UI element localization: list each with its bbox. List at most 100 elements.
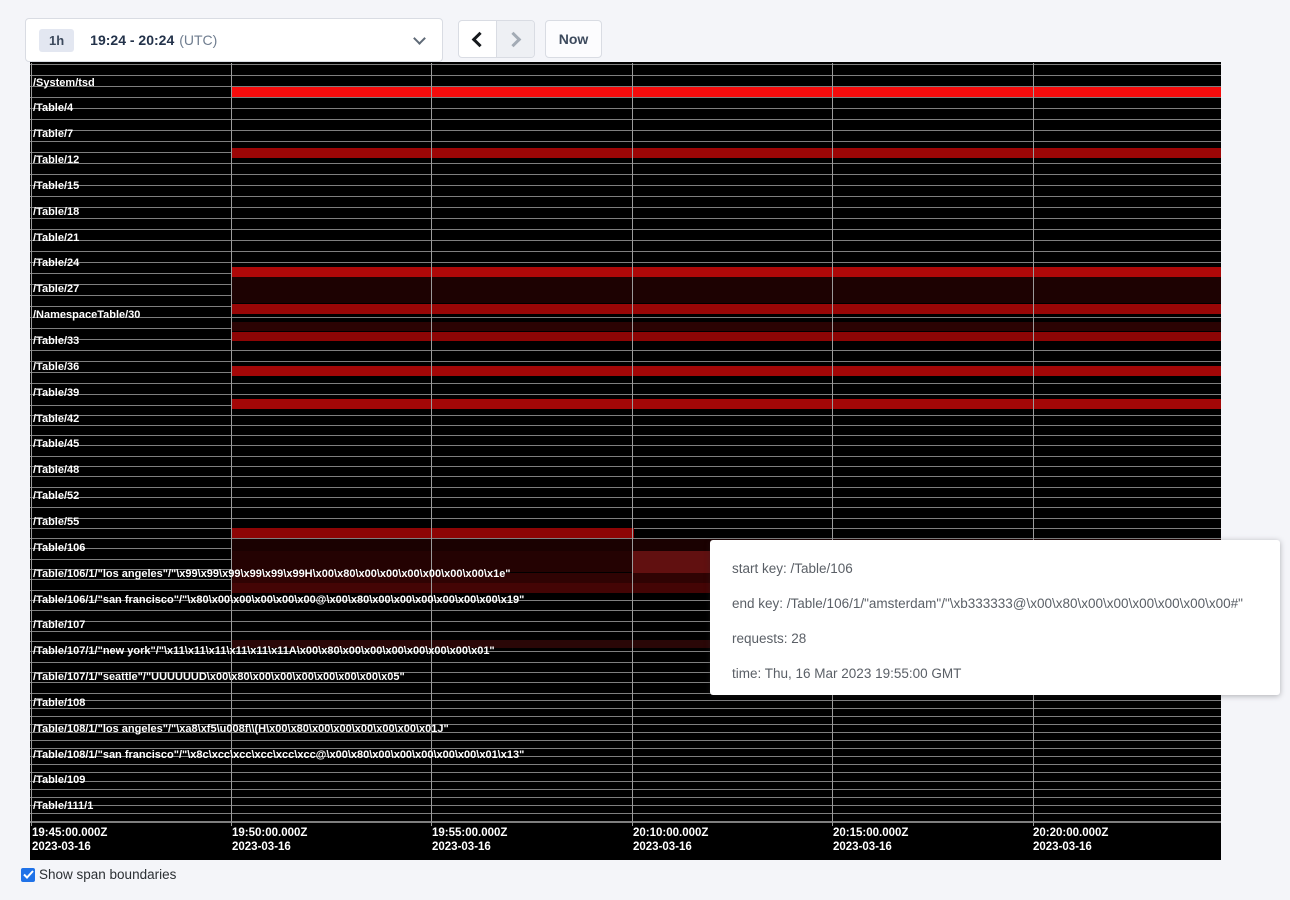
time-nav-group	[458, 20, 535, 58]
tooltip-requests: requests: 28	[732, 631, 1280, 646]
span-boundary-line	[30, 518, 1221, 519]
span-boundary-line	[30, 262, 1221, 263]
span-boundary-line	[30, 708, 1221, 709]
span-heat-band	[231, 87, 1222, 97]
span-boundary-line	[30, 119, 1221, 120]
tick-time: 20:10:00.000Z	[633, 826, 708, 840]
tick-date: 2023-03-16	[32, 840, 107, 854]
key-row-label: /Table/107/1/"new york"/"\x11\x11\x11\x1…	[33, 645, 495, 658]
time-range-label: 19:24 - 20:24	[90, 32, 174, 48]
span-boundary-line	[30, 394, 1221, 395]
span-boundary-line	[30, 97, 1221, 98]
key-row-label: /Table/4	[33, 102, 73, 115]
span-heat-band	[231, 528, 634, 538]
span-boundary-line	[30, 716, 1221, 717]
span-boundary-line	[30, 350, 1221, 351]
tooltip-end-key: end key: /Table/106/1/"amsterdam"/"\xb33…	[732, 596, 1280, 611]
key-row-label: /Table/45	[33, 438, 79, 451]
key-row-label: /Table/108	[33, 697, 85, 710]
tick-time: 19:55:00.000Z	[432, 826, 507, 840]
key-row-label: /Table/107/1/"seattle"/"UUUUUUD\x00\x80\…	[33, 671, 405, 684]
tick-time: 20:20:00.000Z	[1033, 826, 1108, 840]
key-row-label: /Table/111/1	[33, 800, 93, 813]
span-boundary-line	[30, 487, 1221, 488]
key-row-label: /Table/107	[33, 619, 85, 632]
key-row-label: /Table/106/1/"los angeles"/"\x99\x99\x99…	[33, 568, 511, 581]
key-row-label: /Table/21	[33, 232, 79, 245]
tick-time: 19:45:00.000Z	[32, 826, 107, 840]
span-boundary-line	[30, 456, 1221, 457]
span-boundary-line	[30, 415, 1221, 416]
span-heat-band	[231, 399, 1222, 409]
chevron-left-icon	[471, 31, 487, 47]
span-heat-band	[231, 277, 1222, 303]
span-boundary-line	[30, 174, 1221, 175]
span-boundary-line	[30, 805, 1221, 806]
span-heat-band	[231, 267, 1222, 277]
span-boundary-line	[30, 700, 1221, 701]
key-row-label: /Table/36	[33, 361, 79, 374]
span-boundary-line	[30, 229, 1221, 230]
span-boundary-line	[30, 772, 1221, 773]
span-boundary-line	[30, 317, 1221, 318]
show-span-boundaries-checkbox[interactable]	[21, 868, 35, 882]
span-boundary-line	[30, 361, 1221, 362]
key-row-label: /Table/55	[33, 516, 79, 529]
span-boundary-line	[30, 425, 1221, 426]
tick-date: 2023-03-16	[833, 840, 908, 854]
span-heat-band	[231, 332, 1222, 341]
time-axis-tick: 20:20:00.000Z2023-03-16	[1033, 826, 1108, 854]
span-boundary-line	[30, 466, 1221, 467]
time-axis-tick: 19:50:00.000Z2023-03-16	[232, 826, 307, 854]
prev-time-button[interactable]	[459, 21, 497, 57]
time-axis-tick: 20:15:00.000Z2023-03-16	[833, 826, 908, 854]
time-range-selector[interactable]: 1h 19:24 - 20:24 (UTC)	[25, 18, 443, 62]
now-button[interactable]: Now	[545, 20, 602, 58]
span-boundary-line	[30, 507, 1221, 508]
span-boundary-line	[30, 822, 1221, 823]
key-row-label: /Table/15	[33, 180, 79, 193]
time-bucket-line	[231, 63, 232, 826]
span-heat-band	[231, 322, 1222, 331]
time-axis-tick: 20:10:00.000Z2023-03-16	[633, 826, 708, 854]
span-boundary-line	[30, 108, 1221, 109]
time-bucket-line	[832, 63, 833, 826]
next-time-button[interactable]	[497, 21, 535, 57]
chevron-right-icon	[505, 31, 521, 47]
key-row-label: /Table/7	[33, 128, 73, 141]
key-row-label: /Table/106	[33, 542, 85, 555]
span-heat-band	[231, 304, 1222, 314]
time-axis-tick: 19:55:00.000Z2023-03-16	[432, 826, 507, 854]
span-boundary-line	[30, 797, 1221, 798]
span-boundary-line	[30, 476, 1221, 477]
key-row-label: /Table/12	[33, 154, 79, 167]
time-bucket-line	[632, 63, 633, 826]
span-boundary-line	[30, 740, 1221, 741]
span-boundary-line	[30, 789, 1221, 790]
time-range-badge: 1h	[39, 29, 74, 52]
time-axis-tick: 19:45:00.000Z2023-03-16	[32, 826, 107, 854]
key-row-label: /Table/42	[33, 413, 79, 426]
key-row-label: /Table/106/1/"san francisco"/"\x80\x00\x…	[33, 594, 524, 607]
span-boundary-line	[30, 764, 1221, 765]
tick-date: 2023-03-16	[1033, 840, 1108, 854]
span-boundary-line	[30, 251, 1221, 252]
span-boundary-line	[30, 781, 1221, 782]
key-row-label: /System/tsd	[33, 77, 95, 90]
span-boundary-line	[30, 497, 1221, 498]
check-icon	[23, 870, 34, 879]
tick-time: 20:15:00.000Z	[833, 826, 908, 840]
key-row-label: /Table/24	[33, 257, 79, 270]
key-visualizer-canvas[interactable]: /System/tsd/Table/4/Table/7/Table/12/Tab…	[30, 62, 1221, 860]
key-row-label: /Table/48	[33, 464, 79, 477]
span-boundary-line	[30, 207, 1221, 208]
span-boundary-line	[30, 130, 1221, 131]
span-boundary-line	[30, 813, 1221, 814]
show-span-boundaries-label: Show span boundaries	[39, 867, 176, 882]
time-bucket-line	[1033, 63, 1034, 826]
span-boundary-line	[30, 64, 1221, 65]
key-row-label: /Table/109	[33, 774, 85, 787]
span-boundary-line	[30, 163, 1221, 164]
time-bucket-line	[31, 63, 32, 826]
span-boundary-line	[30, 383, 1221, 384]
